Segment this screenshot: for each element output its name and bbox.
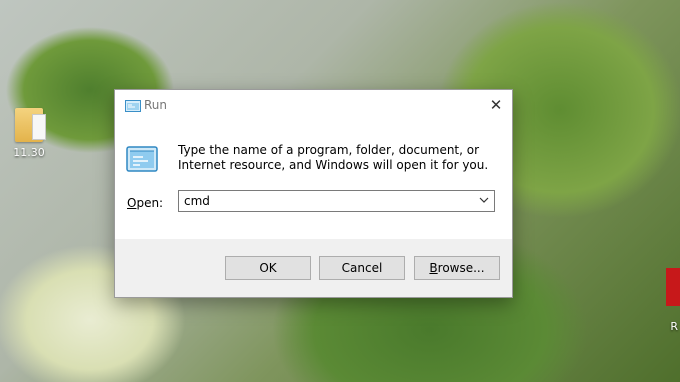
- button-bar: OK Cancel Browse...: [115, 239, 512, 297]
- close-icon: ✕: [489, 96, 503, 114]
- cancel-button-label: Cancel: [341, 261, 383, 275]
- dialog-title: Run: [144, 98, 168, 112]
- run-icon: [125, 100, 141, 112]
- desktop-icon-folder[interactable]: 11.30: [8, 108, 50, 159]
- application-icon: [666, 268, 680, 306]
- open-input[interactable]: cmd: [184, 194, 210, 208]
- browse-button-label: rowse...: [437, 261, 485, 275]
- instruction-text: Type the name of a program, folder, docu…: [178, 143, 489, 172]
- desktop-icon-label: 11.30: [13, 146, 45, 159]
- run-program-icon: [126, 146, 158, 172]
- open-label: Open:: [127, 196, 163, 210]
- close-button[interactable]: ✕: [480, 90, 512, 120]
- open-combobox[interactable]: cmd: [178, 190, 495, 212]
- chevron-down-icon[interactable]: [479, 195, 489, 205]
- folder-icon: [15, 108, 46, 142]
- browse-button-accel: B: [429, 261, 438, 275]
- ok-button[interactable]: OK: [225, 256, 311, 280]
- desktop-icon-app[interactable]: R: [666, 268, 680, 336]
- cancel-button[interactable]: Cancel: [319, 256, 405, 280]
- dialog-content: Type the name of a program, folder, docu…: [115, 124, 512, 236]
- open-label-rest: pen:: [136, 196, 164, 210]
- ok-button-label: OK: [259, 261, 277, 275]
- desktop-icon-app-label: R: [670, 320, 678, 333]
- browse-button[interactable]: Browse...: [414, 256, 500, 280]
- title-bar[interactable]: Run ✕: [115, 90, 512, 124]
- run-dialog: Run ✕ Type the name of a program, folder…: [114, 89, 513, 298]
